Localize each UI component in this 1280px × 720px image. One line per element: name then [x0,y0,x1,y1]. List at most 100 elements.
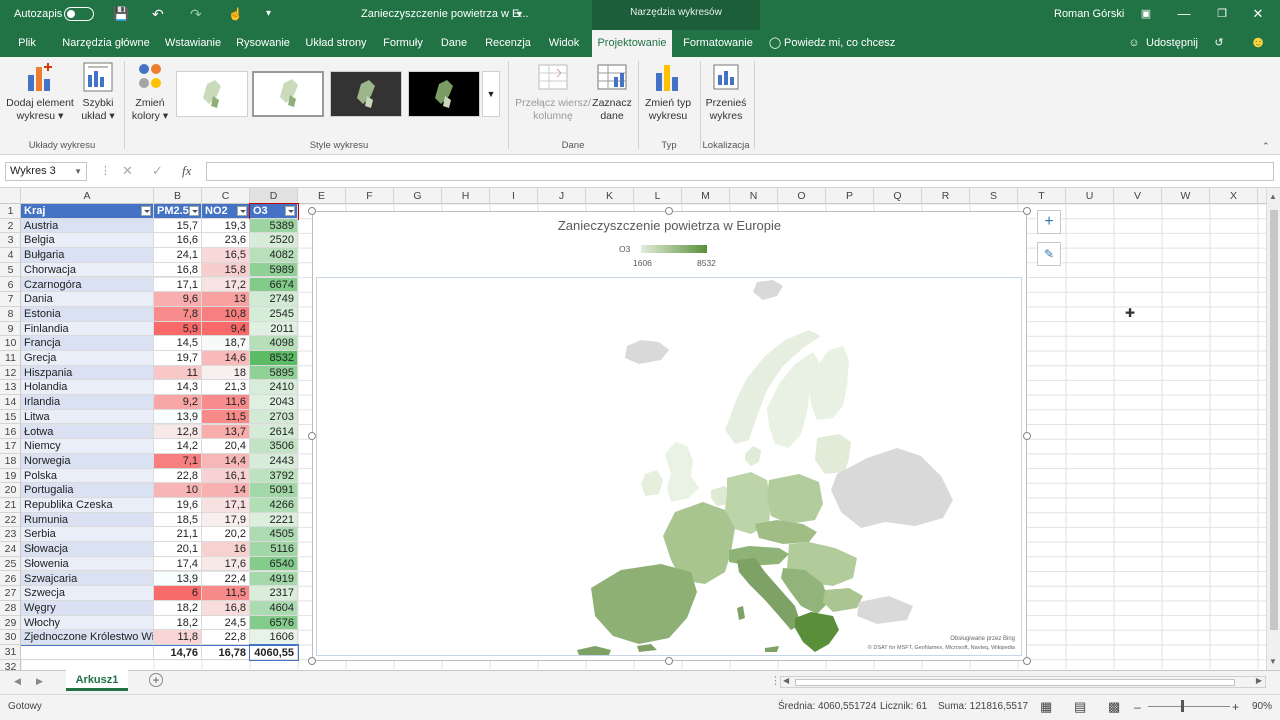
table-cell-country[interactable]: Holandia [21,380,154,396]
select-all-corner[interactable] [0,188,21,204]
table-cell-no2[interactable]: 16,5 [202,248,250,263]
plot-area[interactable]: Obsługiwane przez Bing © DSAT for MSFT, … [316,277,1022,656]
filter-dropdown-icon[interactable] [285,206,295,216]
tab-page-layout[interactable]: Układ strony [302,30,370,57]
row-header[interactable]: 15 [0,410,21,425]
scroll-left-icon[interactable]: ◀ [783,676,789,685]
table-cell-no2[interactable]: 20,4 [202,439,250,454]
restore-icon[interactable]: ❐ [1204,0,1240,30]
row-header[interactable]: 2 [0,219,21,234]
table-cell-country[interactable]: Włochy [21,615,154,631]
scroll-right-icon[interactable]: ▶ [1256,676,1262,685]
table-cell-no2[interactable]: 21,3 [202,380,250,396]
row-header[interactable]: 4 [0,248,21,263]
table-cell-o3[interactable]: 2749 [250,292,298,307]
change-colors-button[interactable]: Zmień kolory ▾ [128,61,172,123]
table-cell-pm25[interactable]: 11,8 [154,630,202,645]
table-cell-country[interactable]: Portugalia [21,483,154,498]
table-cell-o3[interactable]: 5116 [250,542,298,557]
change-chart-type-button[interactable]: Zmień typ wykresu [642,61,694,123]
resize-handle[interactable] [308,657,316,665]
filter-dropdown-icon[interactable] [237,206,247,216]
column-header[interactable]: J [538,188,586,204]
table-cell-o3[interactable]: 2011 [250,321,298,337]
smiley-feedback-icon[interactable]: ☻ [1248,30,1268,57]
table-cell-no2[interactable]: 18,7 [202,336,250,351]
table-cell-no2[interactable]: 16 [202,542,250,557]
table-cell-country[interactable]: Austria [21,218,154,234]
table-cell-country[interactable]: Węgry [21,600,154,616]
table-cell-pm25[interactable]: 16,6 [154,233,202,249]
table-cell-no2[interactable]: 15,8 [202,262,250,278]
table-cell-pm25[interactable]: 19,6 [154,498,202,513]
table-cell-pm25[interactable]: 22,8 [154,468,202,484]
table-cell-pm25[interactable]: 18,5 [154,512,202,528]
row-header[interactable]: 26 [0,572,21,587]
row-header[interactable]: 5 [0,263,21,278]
chart-elements-plus-icon[interactable]: + [1037,210,1061,234]
quick-layout-button[interactable]: Szybki układ ▾ [78,61,118,123]
chart-style-1[interactable] [176,71,248,117]
column-header[interactable]: I [490,188,538,204]
table-total-cell[interactable] [21,645,154,660]
table-cell-pm25[interactable]: 7,1 [154,453,202,469]
column-header[interactable]: B [154,188,202,204]
row-header[interactable]: 18 [0,454,21,469]
table-cell-pm25[interactable]: 13,9 [154,571,202,587]
table-cell-no2[interactable]: 11,5 [202,586,250,601]
row-header[interactable]: 13 [0,380,21,396]
tab-format[interactable]: Formatowanie [680,30,756,57]
table-header-cell[interactable]: Kraj [21,204,154,219]
row-header[interactable]: 27 [0,586,21,601]
table-cell-pm25[interactable]: 7,8 [154,306,202,322]
filter-dropdown-icon[interactable] [189,206,199,216]
row-header[interactable]: 21 [0,498,21,513]
column-header[interactable]: C [202,188,250,204]
table-cell-no2[interactable]: 11,5 [202,409,250,425]
resize-handle[interactable] [665,207,673,215]
resize-handle[interactable] [308,432,316,440]
row-header[interactable]: 3 [0,233,21,249]
table-cell-country[interactable]: Grecja [21,351,154,366]
tab-review[interactable]: Recenzja [482,30,534,57]
row-header[interactable]: 1 [0,204,21,219]
table-cell-o3[interactable]: 3506 [250,439,298,454]
chart-style-2[interactable] [252,71,324,117]
row-header[interactable]: 8 [0,307,21,322]
column-header[interactable]: Q [874,188,922,204]
close-icon[interactable]: ✕ [1240,0,1276,30]
add-chart-element-button[interactable]: Dodaj element wykresu ▾ [4,61,76,123]
enter-check-icon[interactable]: ✓ [152,163,163,179]
normal-view-icon[interactable]: ▦ [1040,695,1052,719]
table-cell-pm25[interactable]: 17,1 [154,277,202,293]
filter-dropdown-icon[interactable] [141,206,151,216]
table-cell-pm25[interactable]: 18,2 [154,615,202,631]
table-cell-country[interactable]: Irlandia [21,395,154,410]
add-sheet-icon[interactable]: + [149,673,163,687]
table-cell-no2[interactable]: 16,8 [202,600,250,616]
table-cell-o3[interactable]: 2520 [250,233,298,249]
tab-design[interactable]: Projektowanie [592,30,672,57]
user-name[interactable]: Roman Górski [1054,0,1124,30]
column-header[interactable]: T [1018,188,1066,204]
row-header[interactable]: 12 [0,366,21,381]
table-cell-no2[interactable]: 23,6 [202,233,250,249]
table-cell-pm25[interactable]: 14,3 [154,380,202,396]
table-cell-o3[interactable]: 4919 [250,571,298,587]
table-cell-o3[interactable]: 4604 [250,600,298,616]
table-cell-o3[interactable]: 4098 [250,336,298,351]
scroll-up-icon[interactable]: ▲ [1269,192,1277,201]
table-total-cell[interactable]: 14,76 [154,645,202,660]
history-icon[interactable]: ↺ [1210,30,1228,57]
column-header[interactable]: H [442,188,490,204]
move-chart-button[interactable]: Przenieś wykres [704,61,748,123]
table-cell-pm25[interactable]: 17,4 [154,556,202,572]
table-cell-no2[interactable]: 13,7 [202,424,250,440]
table-cell-no2[interactable]: 14,6 [202,351,250,366]
tell-me-box[interactable]: Powiedz mi, co chcesz zrobić [784,30,914,75]
vertical-scroll-thumb[interactable] [1270,210,1278,630]
scroll-down-icon[interactable]: ▼ [1269,657,1277,666]
name-box-dropdown-icon[interactable]: ▼ [74,163,82,180]
switch-row-column-button[interactable]: Przełącz wiersz/ kolumnę [514,61,592,123]
redo-icon[interactable]: ↷ [190,0,202,30]
